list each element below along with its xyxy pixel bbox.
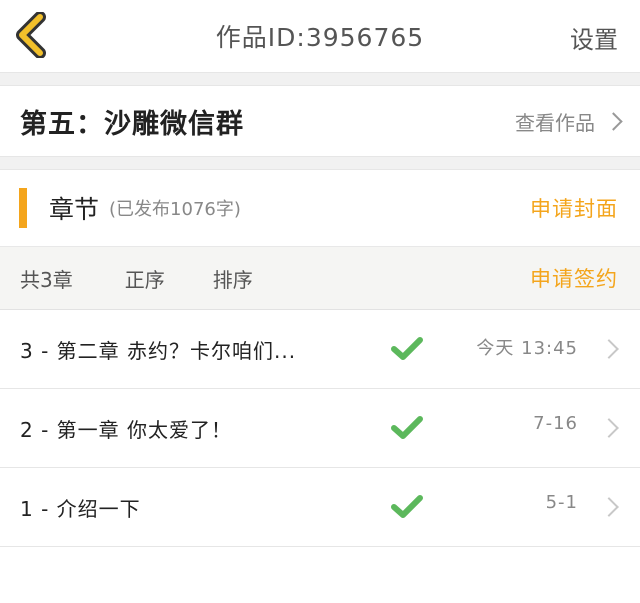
chapter-time: 今天 13:45 <box>476 338 578 359</box>
work-title: 第五：沙雕微信群 <box>20 108 244 140</box>
chapter-title: 1 - 介绍一下 <box>20 496 141 521</box>
chevron-right-icon <box>604 111 623 131</box>
check-icon <box>391 495 423 518</box>
divider <box>0 72 640 86</box>
filter-bar: 共3章 正序 排序 申请签约 <box>0 247 640 310</box>
chapter-row[interactable]: 1 - 介绍一下 5-1 <box>0 468 640 547</box>
chapter-row[interactable]: 2 - 第一章 你太爱了！ 7-16 <box>0 389 640 468</box>
accent-bar <box>19 188 27 228</box>
apply-cover-button[interactable]: 申请封面 <box>530 193 618 223</box>
apply-contract-button[interactable]: 申请签约 <box>530 263 618 293</box>
back-icon[interactable] <box>14 12 54 58</box>
check-icon <box>391 416 423 439</box>
chevron-right-icon <box>599 339 619 359</box>
chevron-right-icon <box>599 497 619 517</box>
chapter-row[interactable]: 3 - 第二章 赤约？卡尔咱们... 今天 13:45 <box>0 310 640 389</box>
word-count-label: (已发布1076字) <box>109 199 241 220</box>
chapter-title: 3 - 第二章 赤约？卡尔咱们... <box>20 338 297 363</box>
chapter-time: 7-16 <box>533 413 578 434</box>
chapter-count: 共3章 <box>20 267 73 292</box>
sort-button[interactable]: 排序 <box>213 264 253 293</box>
top-bar: 作品ID:3956765 设置 <box>0 0 640 72</box>
page-title: 作品ID:3956765 <box>215 23 425 52</box>
sort-ascending-button[interactable]: 正序 <box>125 264 165 293</box>
chapter-title: 2 - 第一章 你太爱了！ <box>20 417 233 442</box>
chapter-header: 章节 (已发布1076字) 申请封面 <box>0 170 640 247</box>
settings-button[interactable]: 设置 <box>570 20 618 55</box>
check-icon <box>391 337 423 360</box>
work-row[interactable]: 第五：沙雕微信群 查看作品 <box>0 86 640 156</box>
chapter-time: 5-1 <box>545 492 578 513</box>
chapter-section-title: 章节 <box>49 195 100 224</box>
view-works-link[interactable]: 查看作品 <box>515 107 595 136</box>
divider <box>0 156 640 170</box>
chevron-right-icon <box>599 418 619 438</box>
